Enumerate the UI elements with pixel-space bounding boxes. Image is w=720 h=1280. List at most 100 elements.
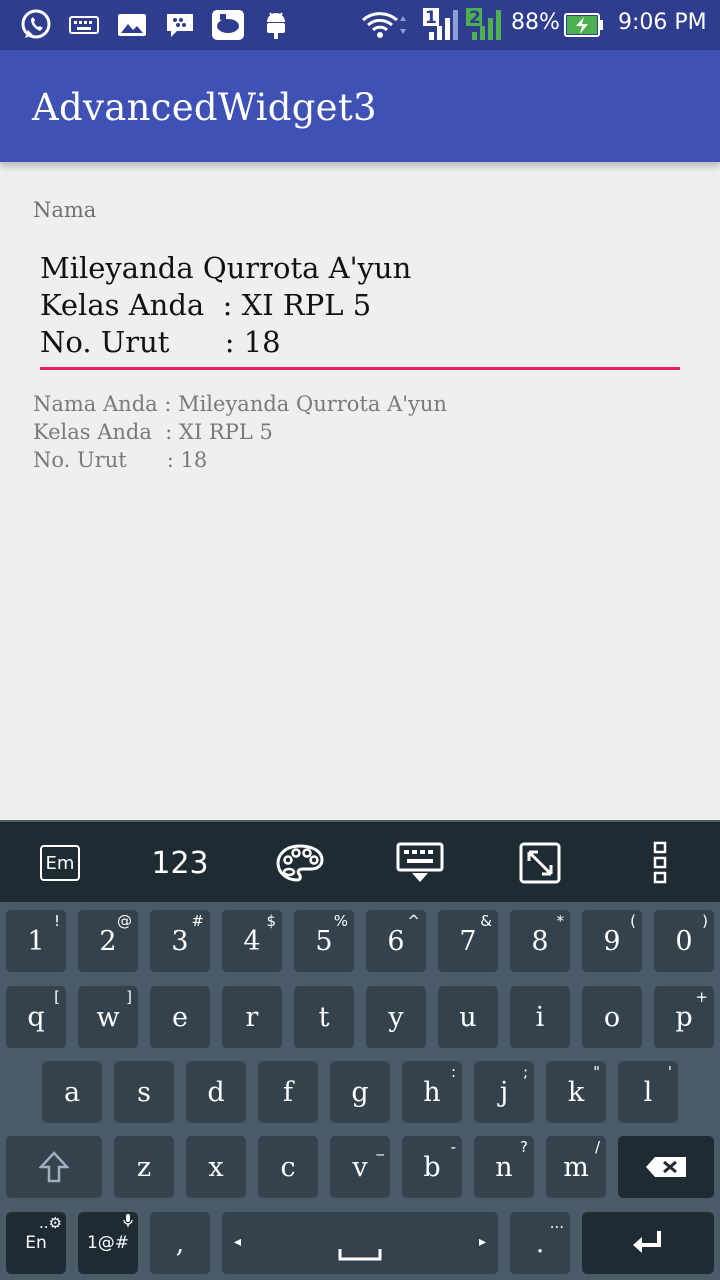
key-i[interactable]: i bbox=[510, 986, 570, 1048]
cursor-left-icon: ◂ bbox=[234, 1234, 242, 1250]
hide-keyboard-button[interactable] bbox=[380, 822, 460, 904]
battery-charging-icon bbox=[564, 9, 604, 41]
key-2[interactable]: @2 bbox=[78, 910, 138, 972]
space-key[interactable]: ◂ ▸ bbox=[222, 1212, 498, 1274]
key-6[interactable]: ^ 6 bbox=[366, 910, 426, 972]
key-h[interactable]: :h bbox=[402, 1061, 462, 1123]
key-hint: + bbox=[695, 988, 708, 1006]
key-e[interactable]: e bbox=[150, 986, 210, 1048]
app-bar: AdvancedWidget3 bbox=[0, 50, 720, 162]
keyboard: ! 1 @2 #3 $4% 5 ^ 6 & 7 * 8(9) 0 [q] w e r t y u i o + p asdfg… bbox=[0, 902, 720, 1280]
resize-keyboard-button[interactable] bbox=[500, 822, 580, 904]
sim1-label: 1 bbox=[425, 8, 437, 28]
numbers-button[interactable]: 123 bbox=[140, 822, 220, 904]
key-hint: " bbox=[593, 1063, 600, 1081]
key-1[interactable]: ! 1 bbox=[6, 910, 66, 972]
shift-icon bbox=[39, 1151, 69, 1183]
key-r[interactable]: r bbox=[222, 986, 282, 1048]
key-o[interactable]: o bbox=[582, 986, 642, 1048]
key-8[interactable]: * 8 bbox=[510, 910, 570, 972]
key-x[interactable]: x bbox=[186, 1136, 246, 1198]
key-w[interactable]: ] w bbox=[78, 986, 138, 1048]
key-3[interactable]: #3 bbox=[150, 910, 210, 972]
key-label: s bbox=[137, 1076, 151, 1108]
key-label: y bbox=[388, 1001, 404, 1033]
sim2-label: 2 bbox=[469, 8, 481, 28]
keyboard-menu-button[interactable] bbox=[630, 822, 690, 904]
key-u[interactable]: u bbox=[438, 986, 498, 1048]
resize-icon bbox=[519, 842, 561, 884]
language-key-label: En bbox=[25, 1233, 47, 1253]
cursor-right-icon: ▸ bbox=[478, 1234, 486, 1250]
app-notification-icon bbox=[210, 9, 246, 41]
keyboard-hide-icon bbox=[396, 842, 444, 882]
key-hint: # bbox=[191, 912, 204, 930]
key-label: o bbox=[603, 1001, 621, 1033]
key-9[interactable]: (9 bbox=[582, 910, 642, 972]
key-label: 6 bbox=[387, 925, 405, 957]
key-g[interactable]: g bbox=[330, 1061, 390, 1123]
key-k[interactable]: " k bbox=[546, 1061, 606, 1123]
key-label: p bbox=[675, 1001, 693, 1033]
symbols-key-label: 1@# bbox=[86, 1233, 130, 1253]
key-a[interactable]: a bbox=[42, 1061, 102, 1123]
key-d[interactable]: d bbox=[186, 1061, 246, 1123]
key-label: i bbox=[535, 1001, 545, 1033]
clock: 9:06 PM bbox=[618, 10, 707, 35]
key-j[interactable]: ; j bbox=[474, 1061, 534, 1123]
key-f[interactable]: f bbox=[258, 1061, 318, 1123]
key-z[interactable]: z bbox=[114, 1136, 174, 1198]
shift-key[interactable] bbox=[6, 1136, 102, 1198]
emoji-button[interactable]: Em bbox=[20, 822, 100, 904]
key-q[interactable]: [q bbox=[6, 986, 66, 1048]
key-label: 5 bbox=[315, 925, 333, 957]
language-key[interactable]: ..⚙ En bbox=[6, 1212, 66, 1274]
key-hint: ( bbox=[630, 912, 636, 930]
period-key-hint: ... bbox=[549, 1214, 564, 1232]
key-label: a bbox=[63, 1076, 81, 1108]
key-0[interactable]: ) 0 bbox=[654, 910, 714, 972]
wifi-icon bbox=[360, 9, 408, 41]
symbols-key[interactable]: 1@# bbox=[78, 1212, 138, 1274]
more-vertical-icon bbox=[653, 841, 667, 884]
key-m[interactable]: / m bbox=[546, 1136, 606, 1198]
key-c[interactable]: c bbox=[258, 1136, 318, 1198]
key-label: r bbox=[245, 1001, 259, 1033]
key-b[interactable]: -b bbox=[402, 1136, 462, 1198]
key-5[interactable]: % 5 bbox=[294, 910, 354, 972]
key-hint: ! bbox=[53, 912, 60, 930]
key-s[interactable]: s bbox=[114, 1061, 174, 1123]
key-7[interactable]: & 7 bbox=[438, 910, 498, 972]
comma-key[interactable]: , bbox=[150, 1212, 210, 1274]
key-p[interactable]: + p bbox=[654, 986, 714, 1048]
key-label: 2 bbox=[99, 925, 117, 957]
key-t[interactable]: t bbox=[294, 986, 354, 1048]
nama-input[interactable]: Mileyanda Qurrota A'yun Kelas Anda : XI … bbox=[40, 250, 680, 361]
whatsapp-icon bbox=[18, 9, 54, 41]
key-label: f bbox=[283, 1076, 293, 1108]
key-label: k bbox=[567, 1076, 585, 1108]
battery-percent: 88% bbox=[511, 10, 560, 35]
output-line: Nama Anda : Mileyanda Qurrota A'yun bbox=[33, 392, 447, 416]
sim2-signal-icon: 2 bbox=[464, 8, 504, 41]
key-label: q bbox=[27, 1001, 45, 1033]
key-label: 4 bbox=[243, 925, 261, 957]
input-line: No. Urut : 18 bbox=[40, 325, 281, 359]
key-label: w bbox=[96, 1001, 120, 1033]
theme-button[interactable] bbox=[260, 822, 340, 904]
output-line: No. Urut : 18 bbox=[33, 448, 208, 472]
palette-icon bbox=[276, 844, 324, 882]
key-label: n bbox=[495, 1151, 513, 1183]
key-4[interactable]: $4 bbox=[222, 910, 282, 972]
key-n[interactable]: ? n bbox=[474, 1136, 534, 1198]
key-l[interactable]: ' l bbox=[618, 1061, 678, 1123]
key-hint: ' bbox=[667, 1063, 672, 1081]
android-icon bbox=[262, 9, 290, 41]
backspace-key[interactable] bbox=[618, 1136, 714, 1198]
key-y[interactable]: y bbox=[366, 986, 426, 1048]
key-hint: % bbox=[333, 912, 348, 930]
key-hint: & bbox=[480, 912, 492, 930]
enter-key[interactable] bbox=[582, 1212, 714, 1274]
key-v[interactable]: _ v bbox=[330, 1136, 390, 1198]
period-key[interactable]: ... . bbox=[510, 1212, 570, 1274]
